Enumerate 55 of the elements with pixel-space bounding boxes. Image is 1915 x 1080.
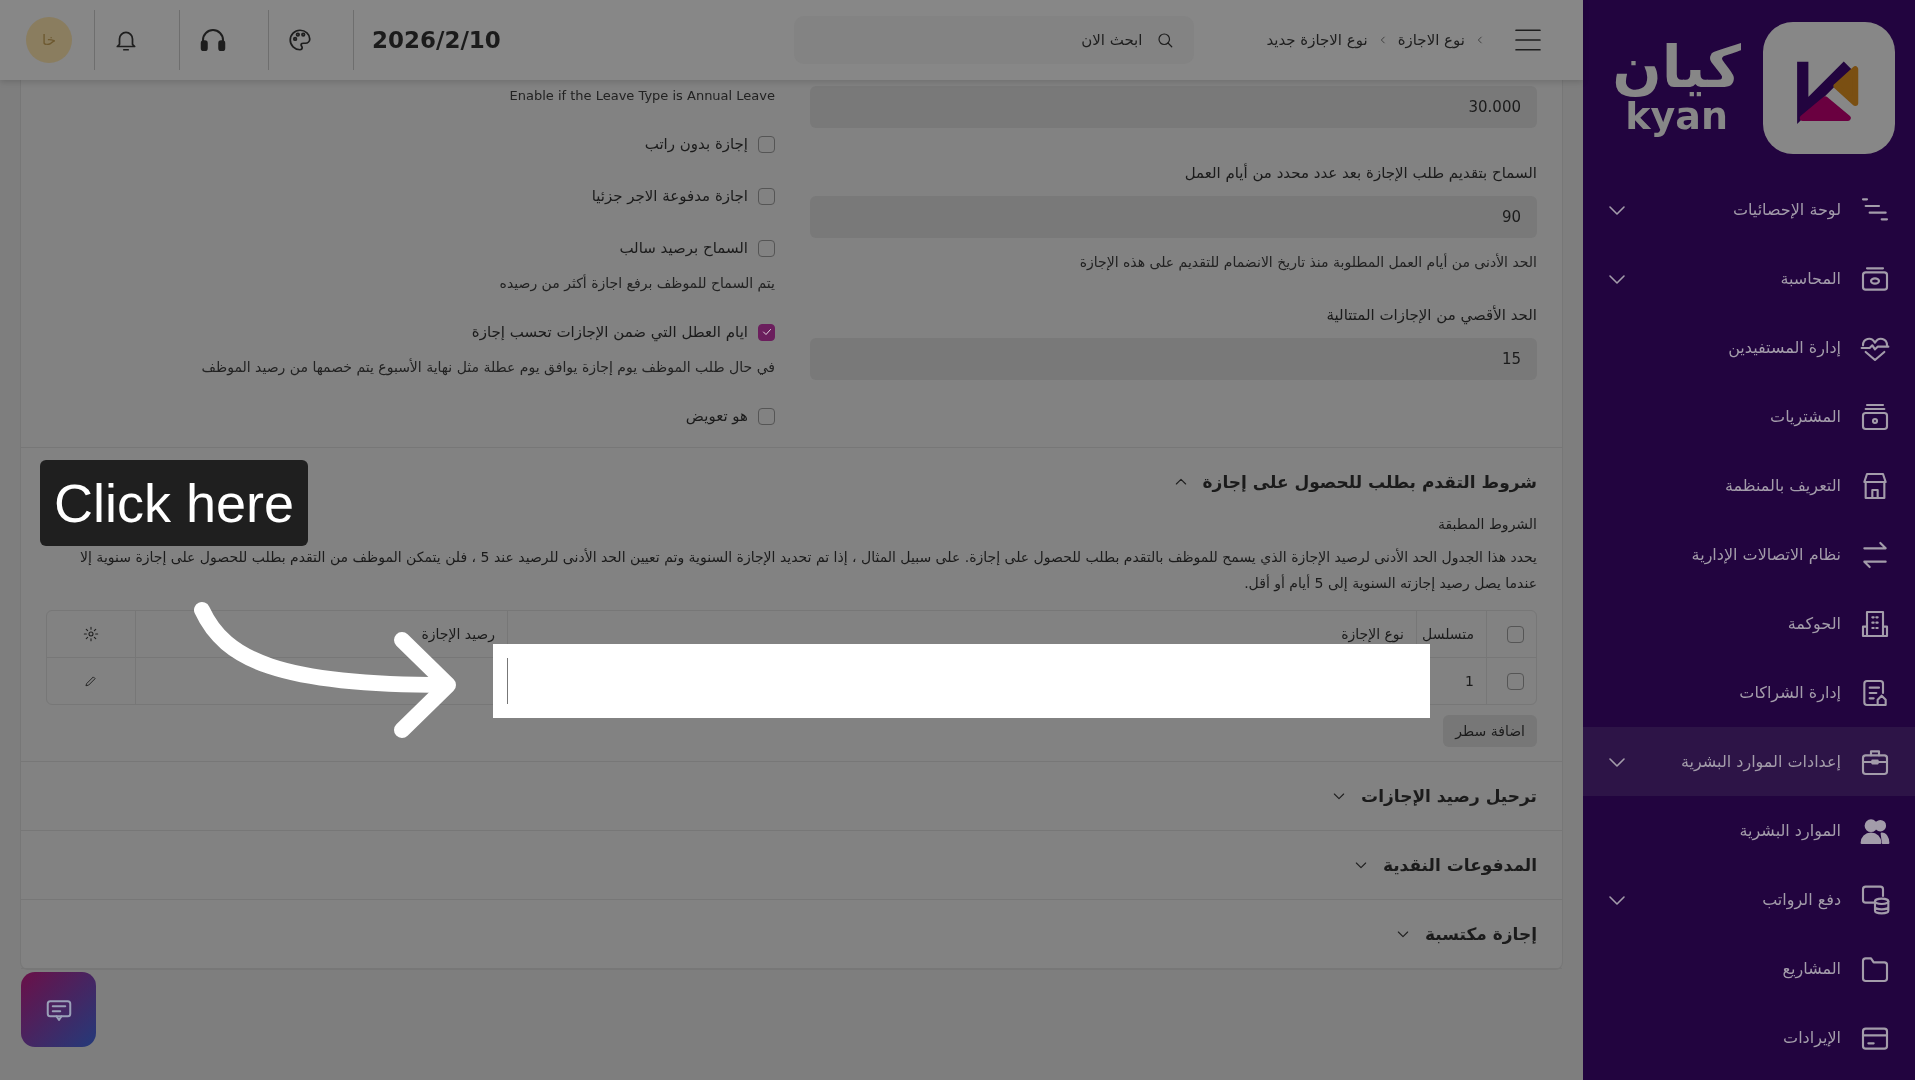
checkbox[interactable] (758, 239, 775, 257)
field-label: السماح بتقديم طلب الإجازة بعد عدد محدد من أيام العمل (1183, 164, 1537, 182)
pencil-icon[interactable] (84, 674, 98, 688)
sidebar-item[interactable]: المحاسبة (1583, 244, 1915, 313)
checkbox[interactable] (1507, 625, 1524, 643)
hint-text: في حال طلب الموظف يوم إجازة يوافق يوم عطلة مثل نهاية الأسبوع يتم خصمها من رصيد الموظف (200, 359, 775, 375)
section-title[interactable]: المدفوعات النقدية (1382, 855, 1537, 875)
checkbox-label: السماح برصيد سالب (619, 239, 748, 257)
breadcrumb-link[interactable]: نوع الاجازة جديد (1266, 31, 1368, 49)
add-row-button[interactable]: اضافة سطر (1443, 715, 1537, 747)
input-field[interactable]: 15 (810, 338, 1537, 380)
logo-text: كيان (1612, 37, 1741, 96)
checkbox-label: اجازة مدفوعة الاجر جزئيا (591, 187, 748, 205)
checkbox[interactable] (1507, 672, 1524, 690)
checkbox-label: ايام العطل التي ضمن الإجازات تحسب إجازة (471, 323, 748, 341)
sidebar-item[interactable]: نظام الاتصالات الإدارية (1583, 520, 1915, 589)
hint-text: Enable if the Leave Type is Annual Leave (508, 88, 775, 103)
sidebar-item[interactable]: لوحة الإحصائيات (1583, 175, 1915, 244)
field-label: الحد الأقصي من الإجازات المتتالية (1325, 306, 1537, 324)
sidebar-item[interactable]: التعريف بالمنظمة (1583, 451, 1915, 520)
tooltip: Click here (40, 460, 309, 546)
sidebar-item[interactable]: الحوكمة (1583, 589, 1915, 658)
chevron-icon (1475, 33, 1485, 47)
settings-icon[interactable] (83, 626, 99, 642)
section-title[interactable]: إجازة مكتسبة (1424, 924, 1537, 944)
search-field[interactable]: ابحث الان (794, 16, 1195, 64)
sidebar-item[interactable]: إدارة المستفيدين (1583, 313, 1915, 382)
database-icon (1859, 883, 1891, 916)
section-title[interactable]: شروط التقدم بطلب للحصول على إجازة (1202, 472, 1537, 492)
sidebar-item[interactable]: المشتريات (1583, 382, 1915, 451)
sidebar-item[interactable]: المشاريع (1583, 934, 1915, 1003)
sidebar-item[interactable]: إعدادات الموارد البشرية (1583, 727, 1915, 796)
checkbox-label: هو تعويض (685, 407, 748, 425)
checkbox[interactable] (758, 187, 775, 205)
sidebar-item[interactable]: الإيرادات (1583, 1003, 1915, 1072)
sidebar-item[interactable]: دفع الرواتب (1583, 865, 1915, 934)
description-text: يحدد هذا الجدول الحد الأدنى لرصيد الإجازة الذي يسمح للموظف بالتقدم بطلب للحصول على إجازة. على سبيل المثال ، إذا تم تحديد الإجازة السنوية وتم تعيين الحد الأدنى للرصيد عند 5 ، فلن يتمكن الموظف من التقدم بطلب للحصول على إجازة سنوية إلا عندما يصل رصيد إجازته السنوية إلى 5 أيام أو أقل. (79, 547, 1537, 594)
sidebar-item[interactable]: الموارد البشرية (1583, 796, 1915, 865)
checkbox[interactable] (758, 135, 775, 153)
breadcrumb-link[interactable]: نوع الاجازة (1397, 31, 1465, 49)
section-title[interactable]: ترحيل رصيد الإجازات (1361, 786, 1537, 806)
input-field[interactable]: 90 (810, 196, 1537, 238)
subtitle: الشروط المطبقة (1436, 516, 1537, 532)
check-icon (760, 326, 773, 338)
hint-text: يتم السماح للموظف برفع اجازة أكثر من رصيده (498, 275, 775, 291)
hint-text: الحد الأدنى من أيام العمل المطلوبة منذ تاريخ الانضمام للتقديم على هذه الإجازة (1078, 254, 1537, 270)
palette-icon[interactable] (287, 27, 313, 53)
chat-button[interactable] (21, 972, 96, 1047)
checkbox[interactable] (758, 323, 775, 341)
checkbox[interactable] (758, 407, 775, 425)
checkbox-label: إجازة بدون راتب (644, 135, 748, 153)
input-field[interactable]: 30.000 (810, 86, 1537, 128)
sidebar-item[interactable]: إدارة الشراكات (1583, 658, 1915, 727)
search-icon (1156, 31, 1175, 49)
date-label: 2026/2/10 (353, 10, 501, 70)
